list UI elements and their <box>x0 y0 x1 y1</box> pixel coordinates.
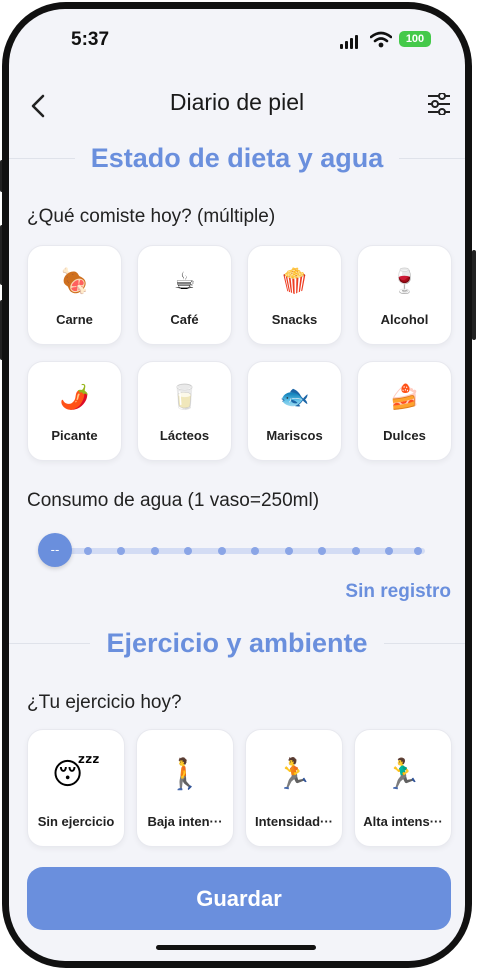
option-label: Mariscos <box>266 428 323 443</box>
sleeping-face-icon: 😴 <box>51 758 101 791</box>
slider-step <box>318 547 326 555</box>
exercise-option-low[interactable]: 🚶 Baja inten··· <box>136 729 234 847</box>
save-button[interactable]: Guardar <box>27 867 451 930</box>
option-label: Snacks <box>271 312 318 327</box>
option-label: Dulces <box>383 428 426 443</box>
exercise-option-none[interactable]: 😴 Sin ejercicio <box>27 729 125 847</box>
option-label: Alta intens··· <box>363 814 443 829</box>
slider-step <box>251 547 259 555</box>
exercise-option-medium[interactable]: 🏃 Intensidad··· <box>245 729 343 847</box>
food-option-dulces[interactable]: 🍰 Dulces <box>357 361 452 461</box>
food-option-lacteos[interactable]: 🥛 Lácteos <box>137 361 232 461</box>
slider-step <box>117 547 125 555</box>
water-status-text: Sin registro <box>345 581 451 602</box>
app-screen: 5:37 100 Diario de piel Estado de dieta … <box>9 9 465 961</box>
food-option-mariscos[interactable]: 🐟 Mariscos <box>247 361 342 461</box>
coffee-icon: ☕ <box>173 268 196 295</box>
section-title: Estado de dieta y agua <box>90 143 384 173</box>
water-slider-thumb[interactable]: -- <box>38 533 72 567</box>
slider-step <box>414 547 422 555</box>
filter-settings-icon[interactable] <box>427 93 451 115</box>
diet-section-header: Estado de dieta y agua <box>9 143 465 174</box>
chili-pepper-icon: 🌶️ <box>59 384 90 411</box>
fish-icon: 🐟 <box>279 384 310 411</box>
option-label: Intensidad··· <box>255 814 333 829</box>
food-option-alcohol[interactable]: 🍷 Alcohol <box>357 245 452 345</box>
slider-step <box>184 547 192 555</box>
popcorn-icon: 🍿 <box>279 268 310 295</box>
option-label: Carne <box>56 312 93 327</box>
slider-step <box>352 547 360 555</box>
exercise-question: ¿Tu ejercicio hoy? <box>27 692 182 713</box>
diet-question: ¿Qué comiste hoy? (múltiple) <box>27 206 276 227</box>
home-indicator <box>156 945 316 950</box>
milk-glass-icon: 🥛 <box>169 384 200 411</box>
status-time: 5:37 <box>71 29 110 50</box>
exercise-section-header: Ejercicio y ambiente <box>9 628 465 659</box>
option-label: Lácteos <box>159 428 210 443</box>
slider-step <box>151 547 159 555</box>
phone-frame: 5:37 100 Diario de piel Estado de dieta … <box>0 0 478 974</box>
food-option-cafe[interactable]: ☕ Café <box>137 245 232 345</box>
signal-icon <box>340 35 358 49</box>
slider-step <box>218 547 226 555</box>
section-title: Ejercicio y ambiente <box>106 628 368 658</box>
walking-person-icon: 🚶 <box>166 758 204 791</box>
cake-icon: 🍰 <box>389 384 420 411</box>
slider-step <box>84 547 92 555</box>
option-label: Sin ejercicio <box>37 814 115 829</box>
side-button <box>472 250 476 340</box>
meat-icon: 🍖 <box>59 268 90 295</box>
wine-glass-icon: 🍷 <box>389 268 420 295</box>
option-label: Baja inten··· <box>147 814 223 829</box>
slider-step <box>385 547 393 555</box>
water-intake-label: Consumo de agua (1 vaso=250ml) <box>27 490 320 511</box>
exercise-option-high[interactable]: 🏃‍♂️ Alta intens··· <box>354 729 452 847</box>
food-option-carne[interactable]: 🍖 Carne <box>27 245 122 345</box>
slider-step <box>285 547 293 555</box>
food-option-picante[interactable]: 🌶️ Picante <box>27 361 122 461</box>
page-title: Diario de piel <box>169 89 305 115</box>
sprinting-person-icon: 🏃‍♂️ <box>384 758 422 791</box>
food-option-snacks[interactable]: 🍿 Snacks <box>247 245 342 345</box>
option-label: Alcohol <box>380 312 429 327</box>
battery-icon: 100 <box>399 31 431 47</box>
wifi-icon <box>370 31 392 48</box>
water-slider-track[interactable] <box>53 548 425 554</box>
running-person-icon: 🏃 <box>275 758 313 791</box>
option-label: Café <box>170 312 199 327</box>
option-label: Picante <box>51 428 98 443</box>
